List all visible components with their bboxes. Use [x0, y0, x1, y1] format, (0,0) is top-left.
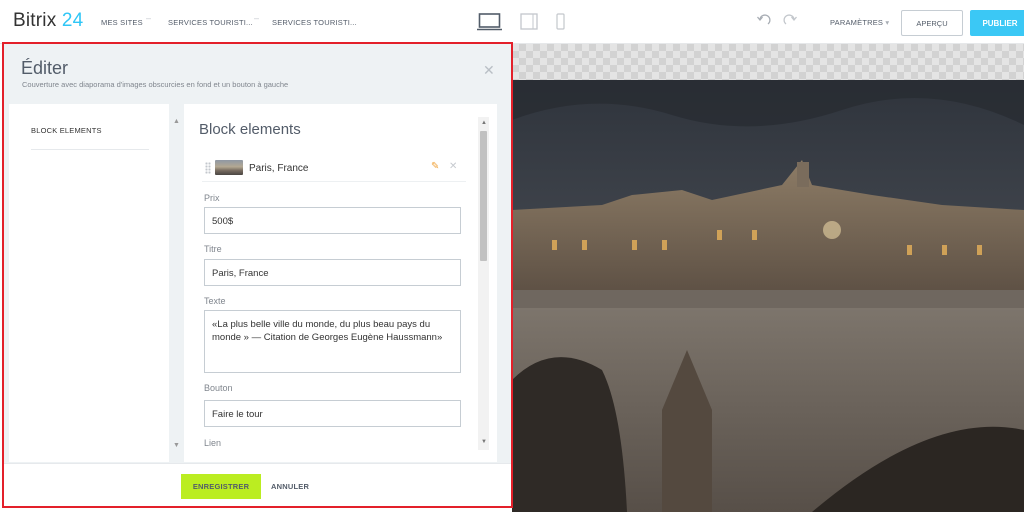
desktop-icon[interactable] [477, 13, 502, 31]
text-label: Texte [204, 296, 226, 306]
params-menu[interactable]: PARAMÈTRES ▾ [830, 18, 889, 27]
save-button[interactable]: ENREGISTRER [181, 474, 261, 499]
editor-content: Block elements Paris, France ✎ ✕ Prix 50… [184, 104, 497, 462]
logo[interactable]: Bitrix 24 [13, 10, 83, 32]
price-label: Prix [204, 193, 220, 203]
paris-photo [512, 80, 1024, 512]
button-text-input[interactable]: Faire le tour [204, 400, 461, 427]
mobile-icon[interactable] [556, 13, 565, 30]
slide-preview-image [512, 80, 1024, 512]
chevron-down-icon: ▾ [885, 18, 890, 27]
publish-button[interactable]: PUBLIER [970, 10, 1024, 36]
panel-title: Éditer [21, 58, 69, 78]
preview-button[interactable]: APERÇU [901, 10, 963, 36]
scroll-up-icon[interactable]: ▲ [481, 120, 487, 126]
block-element-row[interactable]: Paris, France ✎ ✕ [202, 154, 466, 182]
scroll-down-icon[interactable]: ▼ [481, 439, 487, 445]
undo-icon[interactable] [757, 14, 771, 26]
title-label: Titre [204, 244, 222, 254]
scroll-up-icon[interactable]: ▲ [173, 118, 180, 125]
redo-icon[interactable] [783, 14, 797, 26]
scroll-down-icon[interactable]: ▼ [173, 442, 180, 449]
logo-number: 24 [61, 10, 84, 31]
link-label: Lien [204, 438, 222, 448]
element-label: Paris, France [249, 163, 309, 174]
price-input[interactable]: 500$ [204, 207, 461, 234]
sidebar-item-block-elements[interactable]: BLOCK ELEMENTS [31, 126, 149, 150]
breadcrumb-site[interactable]: SERVICES TOURISTI... [168, 18, 253, 27]
cancel-button[interactable]: ANNULER [271, 482, 309, 491]
breadcrumb-separator: – [254, 13, 260, 23]
drag-handle-icon[interactable] [205, 162, 211, 174]
delete-icon[interactable]: ✕ [449, 161, 457, 172]
editor-panel: Éditer Couverture avec diaporama d'image… [3, 44, 511, 507]
close-icon[interactable]: ✕ [483, 62, 495, 79]
element-thumbnail [215, 160, 243, 175]
tablet-icon[interactable] [520, 13, 538, 30]
params-label: PARAMÈTRES [830, 18, 884, 27]
panel-subtitle: Couverture avec diaporama d'images obscu… [22, 80, 289, 89]
logo-name: Bitrix [13, 10, 57, 31]
scrollbar-thumb[interactable] [480, 131, 487, 261]
sidebar-scrollbar[interactable]: ▲ ▼ [169, 104, 183, 462]
editor-sidebar: BLOCK ELEMENTS [9, 104, 169, 462]
top-bar: Bitrix 24 MES SITES – SERVICES TOURISTI.… [0, 0, 1024, 44]
pencil-icon[interactable]: ✎ [431, 161, 439, 172]
breadcrumb-separator: – [146, 13, 152, 23]
content-title: Block elements [199, 121, 301, 138]
button-label: Bouton [204, 383, 233, 393]
text-textarea[interactable]: «La plus belle ville du monde, du plus b… [204, 310, 461, 373]
editor-footer: ENREGISTRER ANNULER [3, 463, 511, 507]
transparent-background [512, 44, 1024, 80]
breadcrumb-page[interactable]: SERVICES TOURISTI... [272, 18, 357, 27]
content-scrollbar[interactable]: ▲ ▼ [478, 117, 489, 450]
title-input[interactable]: Paris, France [204, 259, 461, 286]
breadcrumb-sites[interactable]: MES SITES [101, 18, 143, 27]
